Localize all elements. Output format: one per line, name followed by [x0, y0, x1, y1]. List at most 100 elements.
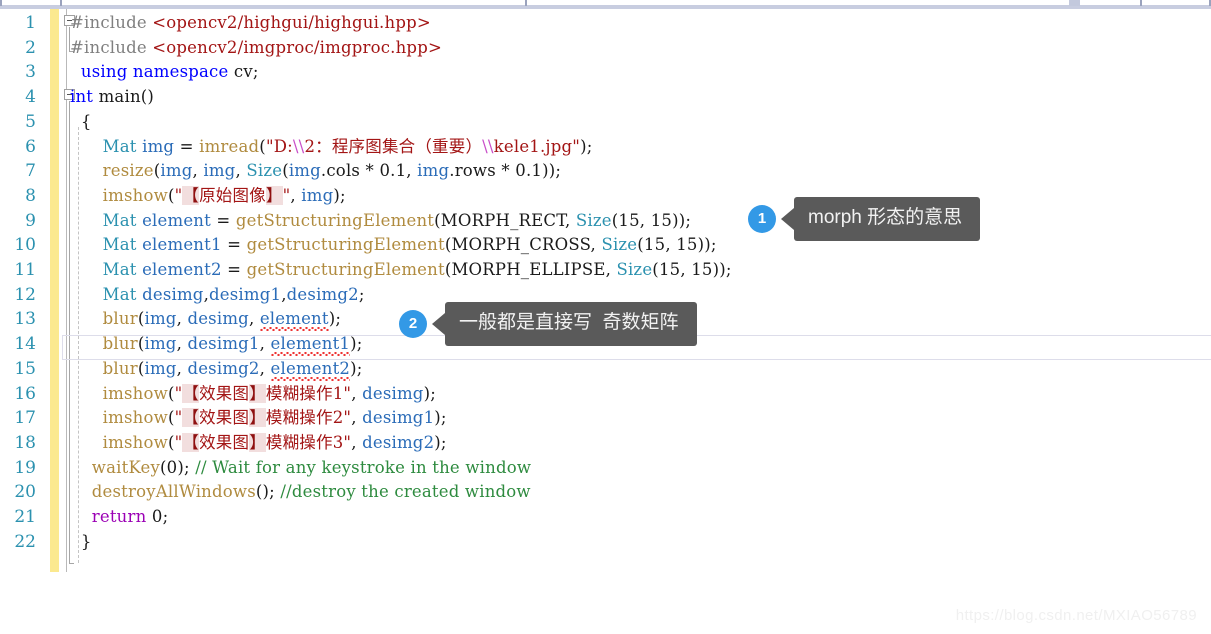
line-number: 3 — [25, 62, 36, 83]
line-number: 21 — [14, 507, 36, 527]
code-line-20[interactable]: 20 destroyAllWindows(); //destroy the cr… — [0, 480, 1211, 505]
token: 效果图 — [199, 432, 250, 452]
code-text: Mat element2 = getStructuringElement(MOR… — [70, 258, 732, 283]
fold-foot-main — [69, 563, 74, 564]
token: )); — [672, 210, 692, 230]
token: desimg1 — [362, 408, 435, 428]
token: kele1.jpg" — [493, 136, 581, 156]
token: <opencv2/imgproc/imgproc.hpp> — [152, 37, 442, 57]
token: ); — [350, 334, 363, 354]
token: Mat — [102, 284, 137, 304]
code-line-18[interactable]: 18 imshow("【效果图】模糊操作3", desimg2); — [0, 431, 1211, 456]
code-line-5[interactable]: 5 { — [0, 110, 1211, 135]
token: ); — [434, 408, 447, 428]
token: )); — [542, 161, 562, 181]
code-text: imshow("【效果图】模糊操作3", desimg2); — [70, 431, 447, 456]
token: element2 — [142, 260, 222, 279]
code-text: #include <opencv2/imgproc/imgproc.hpp> — [70, 36, 442, 61]
token: 效果图 — [199, 408, 250, 428]
code-line-10[interactable]: 10 Mat element1 = getStructuringElement(… — [0, 233, 1211, 258]
token: 模糊操作3" — [265, 432, 352, 452]
code-line-19[interactable]: 19 waitKey(0); // Wait for any keystroke… — [0, 456, 1211, 481]
token: using namespace — [80, 62, 229, 82]
token: , — [351, 432, 363, 452]
code-line-15[interactable]: 15 blur(img, desimg2, element2); — [0, 357, 1211, 382]
line-number: 22 — [14, 531, 36, 552]
code-text: blur(img, desimg2, element2); — [70, 357, 363, 382]
token: element1 — [142, 235, 222, 255]
token: desimg — [362, 383, 424, 403]
token: 【 — [182, 185, 200, 205]
token: 2：程序图集合（重要） — [304, 136, 483, 156]
callout-arrow-icon — [781, 207, 794, 230]
token: img — [203, 161, 236, 181]
token: \\ — [482, 136, 494, 156]
token: 0.1 — [515, 161, 543, 181]
token: blur — [102, 334, 138, 354]
code-line-4[interactable]: 4 int main() — [0, 85, 1211, 110]
token: 模糊操作2" — [265, 408, 352, 428]
code-line-9[interactable]: 9 Mat element = getStructuringElement(MO… — [0, 209, 1211, 234]
token: return — [91, 507, 147, 526]
token: destroyAllWindows — [91, 482, 256, 502]
toolbar-combo-3[interactable] — [525, 0, 527, 6]
token: blur — [102, 309, 138, 329]
code-line-16[interactable]: 16 imshow("【效果图】模糊操作1", desimg); — [0, 382, 1211, 407]
token: // Wait for any keystroke in the window — [195, 457, 532, 477]
code-text: imshow("【效果图】模糊操作1", desimg); — [70, 382, 436, 407]
toolbar-combo-2[interactable] — [60, 0, 62, 6]
token: .cols * — [320, 161, 380, 181]
toolbar-combo-5[interactable] — [1140, 0, 1142, 6]
token: , — [235, 161, 247, 181]
token: .rows * — [449, 161, 516, 181]
token: ); — [333, 185, 346, 205]
line-number: 2 — [25, 37, 36, 58]
token: img — [160, 161, 193, 181]
toolbar-combo-1[interactable] — [0, 0, 2, 6]
code-line-11[interactable]: 11 Mat element2 = getStructuringElement(… — [0, 258, 1211, 283]
toolbar-strip[interactable] — [0, 0, 1211, 9]
code-text: return 0; — [70, 505, 168, 530]
token: ); — [350, 358, 363, 378]
token: img — [288, 161, 321, 181]
line-number: 5 — [25, 111, 36, 132]
line-number: 13 — [14, 309, 36, 330]
token: ; — [358, 284, 365, 304]
token: (MORPH_ELLIPSE, — [444, 260, 617, 279]
token: blur — [102, 358, 138, 378]
token: Mat — [102, 235, 137, 255]
code-line-2[interactable]: 2 #include <opencv2/imgproc/imgproc.hpp> — [0, 36, 1211, 61]
code-text: { — [70, 110, 92, 135]
code-text: Mat element = getStructuringElement(MORP… — [70, 209, 691, 234]
code-line-7[interactable]: 7 resize(img, img, Size(img.cols * 0.1, … — [0, 159, 1211, 184]
code-line-22[interactable]: 22 } — [0, 530, 1211, 555]
token: img — [144, 358, 177, 378]
token: //destroy the created window — [280, 482, 531, 502]
code-line-17[interactable]: 17 imshow("【效果图】模糊操作2", desimg1); — [0, 406, 1211, 431]
code-line-6[interactable]: 6 Mat img = imread("D:\\2：程序图集合（重要）\\kel… — [0, 135, 1211, 160]
token: desimg2 — [362, 432, 435, 452]
code-line-21[interactable]: 21 return 0; — [0, 505, 1211, 530]
token: ( — [167, 383, 175, 403]
token: element1 — [270, 334, 351, 354]
code-line-3[interactable]: 3 using namespace cv; — [0, 60, 1211, 85]
watermark: https://blog.csdn.net/MXIAO56789 — [955, 607, 1197, 624]
code-line-8[interactable]: 8 imshow("【原始图像】", img); — [0, 184, 1211, 209]
token: desimg1 — [187, 334, 260, 354]
token: desimg — [187, 309, 249, 329]
token: imshow — [102, 383, 168, 403]
toolbar-dropdown-caret[interactable] — [1069, 0, 1080, 6]
token: , — [176, 358, 188, 378]
token: Size — [246, 161, 283, 181]
callout-badge: 1 — [748, 204, 776, 233]
token: ); — [580, 136, 593, 156]
token: , — [248, 309, 260, 329]
token: 15 — [643, 235, 666, 255]
token: ( — [652, 260, 659, 279]
token: \\ — [292, 136, 305, 156]
code-line-1[interactable]: 1 #include <opencv2/highgui/highgui.hpp> — [0, 11, 1211, 36]
